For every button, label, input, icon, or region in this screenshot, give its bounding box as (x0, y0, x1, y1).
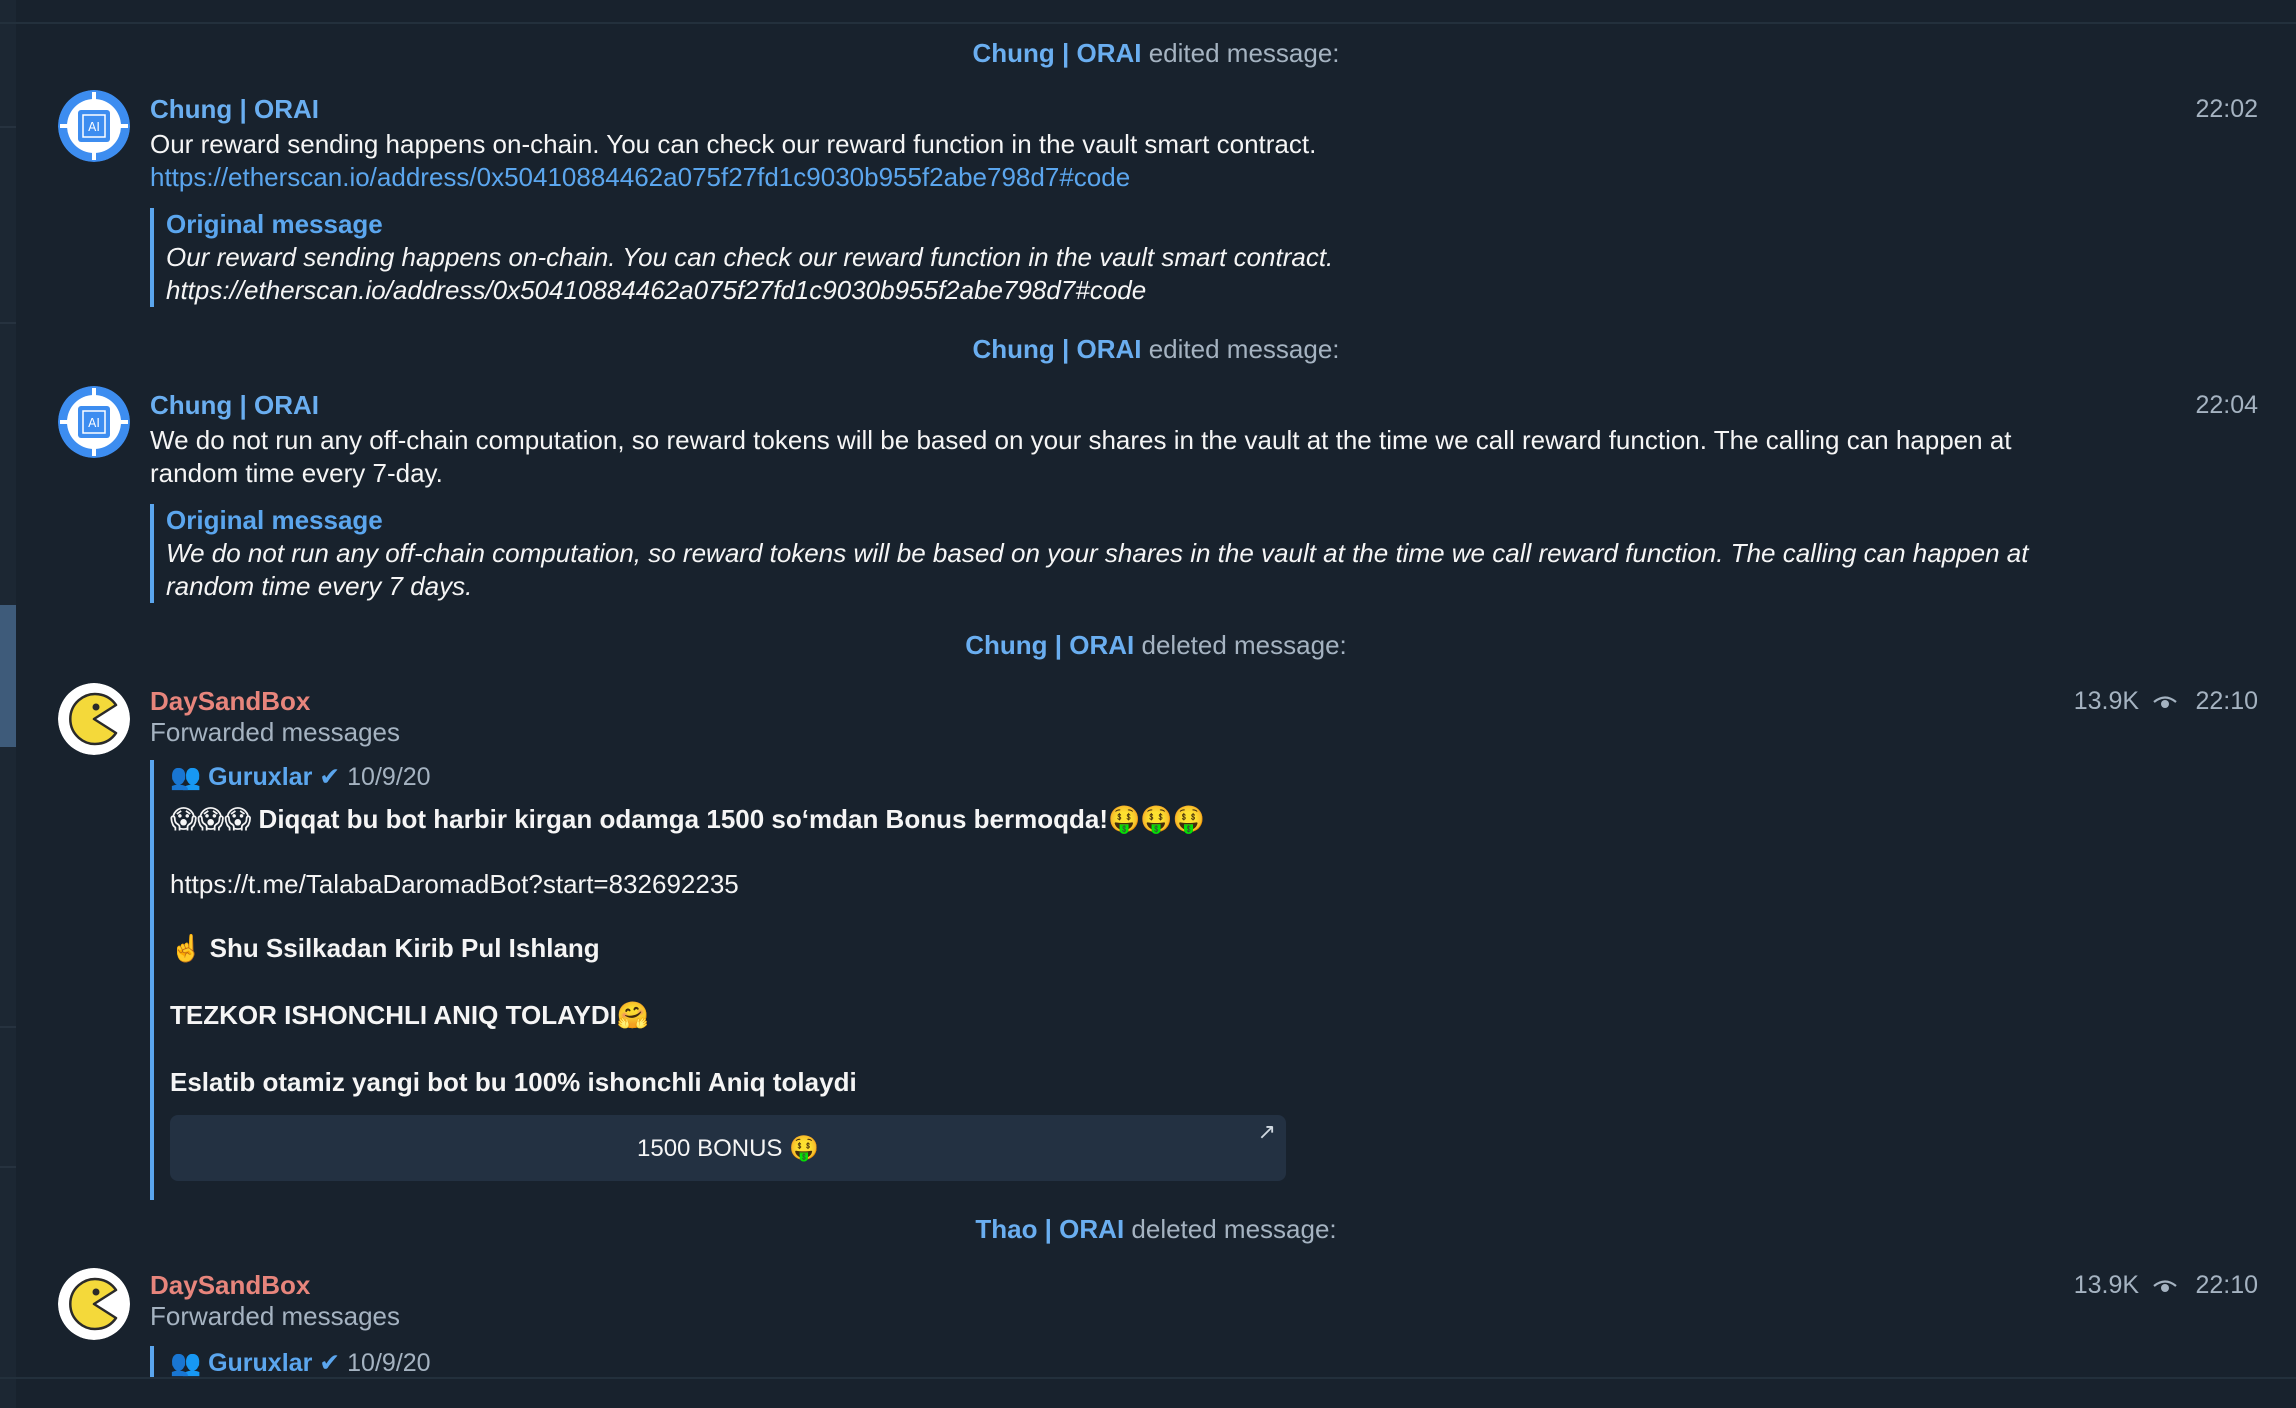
message-text: We do not run any off-chain computation,… (150, 424, 2150, 490)
service-action: deleted message: (1124, 1214, 1337, 1244)
forward-header: 👥 Guruxlar ✔ 10/9/20 (170, 760, 1286, 794)
forwarded-message[interactable]: 👥 Guruxlar ✔ 10/9/20 😱😱😱 Diqqat bu bot h… (150, 760, 1286, 1200)
service-message: Thao | ORAI deleted message: (16, 1212, 2296, 1246)
forward-line: Eslatib otamiz yangi bot bu 100% ishonch… (170, 1067, 857, 1097)
quote-line: We do not run any off-chain computation,… (166, 538, 2029, 568)
quote-line: https://etherscan.io/address/0x504108844… (166, 275, 1147, 305)
message-time: 22:10 (2195, 687, 2258, 715)
eye-icon (2153, 696, 2177, 709)
forward-link[interactable]: https://t.me/TalabaDaromadBot?start=8326… (170, 867, 1286, 901)
quote-body: We do not run any off-chain computation,… (166, 537, 2166, 603)
pointing-up-emoji-icon: ☝️ (170, 934, 203, 964)
group-icon: 👥 (170, 762, 202, 791)
view-count: 13.9K (2074, 1268, 2178, 1302)
money-face-emoji-icon: 🤑 (789, 1134, 819, 1162)
sender-name[interactable]: Chung | ORAI (150, 92, 319, 126)
hugging-emoji-icon: 🤗 (616, 1001, 650, 1031)
verified-check-icon: ✔ (319, 1349, 341, 1377)
original-message-quote[interactable]: Original message We do not run any off-c… (150, 504, 2166, 603)
message-link[interactable]: https://etherscan.io/address/0x504108844… (150, 161, 2150, 194)
bonus-button-label: 1500 BONUS (637, 1135, 783, 1162)
quote-line: Our reward sending happens on-chain. You… (166, 242, 1334, 272)
svg-text:AI: AI (88, 120, 100, 134)
forward-header: 👥 Guruxlar ✔ 10/9/20 (170, 1346, 431, 1377)
forward-line-text: Shu Ssilkadan Kirib Pul Ishlang (202, 933, 600, 963)
forwarded-message[interactable]: 👥 Guruxlar ✔ 10/9/20 (150, 1346, 431, 1377)
message-body: Our reward sending happens on-chain. You… (150, 129, 1317, 159)
verified-check-icon: ✔ (319, 763, 341, 791)
scream-emoji-icon: 😱😱😱 (170, 805, 252, 835)
quote-title: Original message (166, 505, 383, 535)
rail-divider (0, 322, 16, 324)
forward-line-text: TEZKOR ISHONCHLI ANIQ TOLAYDI (170, 1000, 617, 1030)
service-actor[interactable]: Chung | ORAI (972, 334, 1141, 364)
forward-source[interactable]: Guruxlar (208, 763, 312, 791)
quote-body: Our reward sending happens on-chain. You… (166, 241, 2166, 307)
service-actor[interactable]: Thao | ORAI (975, 1214, 1124, 1244)
view-count: 13.9K (2074, 684, 2178, 718)
forward-line: ☝️ Shu Ssilkadan Kirib Pul Ishlang (170, 931, 1286, 966)
money-face-emoji-icon: 🤑🤑🤑 (1108, 805, 1206, 835)
service-action: edited message: (1141, 38, 1340, 68)
forward-line-text: Diqqat bu bot harbir kirgan odamga 1500 … (251, 804, 1108, 834)
sender-name[interactable]: Chung | ORAI (150, 388, 319, 422)
message-time: 22:02 (2195, 95, 2258, 123)
rail-divider (0, 126, 16, 128)
sender-name[interactable]: DaySandBox (150, 1268, 310, 1302)
svg-text:AI: AI (88, 416, 100, 430)
forward-line: 😱😱😱 Diqqat bu bot harbir kirgan odamga 1… (170, 802, 1286, 837)
rail-active-indicator (0, 605, 16, 747)
forwarded-label: Forwarded messages (150, 717, 400, 747)
open-link-arrow-icon: ↗ (1257, 1119, 1276, 1144)
forward-source[interactable]: Guruxlar (208, 1349, 312, 1377)
service-message: Chung | ORAI deleted message: (16, 628, 2296, 662)
view-count-value: 13.9K (2073, 1271, 2140, 1299)
orai-chip-avatar-icon[interactable]: AI (58, 386, 130, 458)
eye-icon (2153, 1280, 2177, 1293)
quote-line: random time every 7 days. (166, 571, 473, 601)
message-time: 22:10 (2195, 1271, 2258, 1299)
pacman-avatar-icon[interactable] (58, 683, 130, 755)
message-text: Our reward sending happens on-chain. You… (150, 128, 2150, 194)
original-message-quote[interactable]: Original message Our reward sending happ… (150, 208, 2166, 307)
top-divider (0, 22, 2296, 24)
pacman-avatar-icon[interactable] (58, 1268, 130, 1340)
orai-chip-avatar-icon[interactable]: AI (58, 90, 130, 162)
view-count-value: 13.9K (2073, 687, 2140, 715)
service-action: edited message: (1141, 334, 1340, 364)
forward-date: 10/9/20 (347, 1349, 431, 1377)
forwarded-label: Forwarded messages (150, 1301, 400, 1331)
message-time: 22:04 (2195, 391, 2258, 419)
service-actor[interactable]: Chung | ORAI (972, 38, 1141, 68)
message-line: random time every 7-day. (150, 458, 443, 488)
service-message: Chung | ORAI edited message: (16, 332, 2296, 366)
message-line: We do not run any off-chain computation,… (150, 425, 2012, 455)
service-actor[interactable]: Chung | ORAI (965, 630, 1134, 660)
group-icon: 👥 (170, 1348, 202, 1377)
sender-name[interactable]: DaySandBox (150, 684, 310, 718)
service-message: Chung | ORAI edited message: (16, 36, 2296, 70)
bonus-inline-button[interactable]: 1500 BONUS 🤑 ↗ (170, 1115, 1286, 1181)
quote-title: Original message (166, 209, 383, 239)
service-action: deleted message: (1134, 630, 1347, 660)
rail-divider (0, 1026, 16, 1028)
rail-divider (0, 1166, 16, 1168)
bottom-divider (0, 1377, 2296, 1379)
forward-line: TEZKOR ISHONCHLI ANIQ TOLAYDI🤗 (170, 998, 1286, 1033)
forward-date: 10/9/20 (347, 763, 431, 791)
